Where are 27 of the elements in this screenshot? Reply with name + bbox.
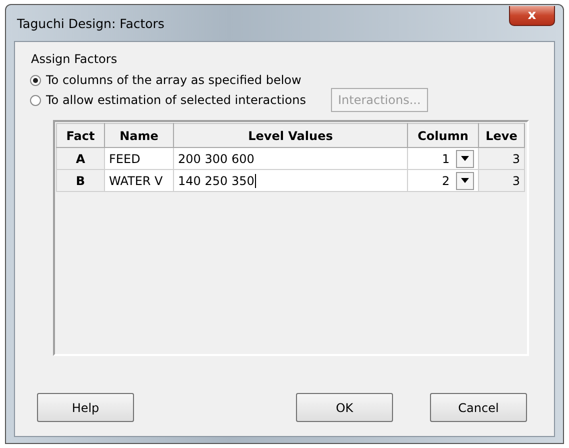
window-title: Taguchi Design: Factors xyxy=(16,16,164,30)
column-header: Level Values xyxy=(174,124,408,148)
dropdown-icon[interactable] xyxy=(456,150,474,168)
table-cell[interactable]: 200 300 600 xyxy=(174,148,408,170)
dialog-button[interactable]: OK xyxy=(296,393,393,422)
column-value: 2 xyxy=(442,174,450,188)
dialog-button[interactable]: Cancel xyxy=(430,393,527,422)
table-cell: 3 xyxy=(478,170,524,192)
column-header: Leve xyxy=(478,124,524,148)
table-cell[interactable]: WATER V xyxy=(104,170,174,192)
row-header: A xyxy=(56,148,104,170)
help-button[interactable]: Help xyxy=(37,393,134,422)
column-value: 1 xyxy=(442,152,450,166)
radio-label[interactable]: To allow estimation of selected interactions xyxy=(46,93,306,107)
row-header: B xyxy=(56,170,104,192)
close-button[interactable]: x xyxy=(509,6,555,26)
dropdown-icon[interactable] xyxy=(456,172,474,190)
table-cell: 3 xyxy=(478,148,524,170)
radio-button[interactable] xyxy=(30,74,41,86)
column-header: Column xyxy=(408,124,478,148)
radio-label[interactable]: To columns of the array as specified below xyxy=(46,73,302,87)
radio-button[interactable] xyxy=(30,94,41,106)
table-cell[interactable]: FEED xyxy=(104,148,174,170)
group-label: Assign Factors xyxy=(31,52,118,66)
column-header: Name xyxy=(104,124,174,148)
column-header: Fact xyxy=(56,124,104,148)
table-cell[interactable]: 140 250 350 xyxy=(174,170,408,192)
